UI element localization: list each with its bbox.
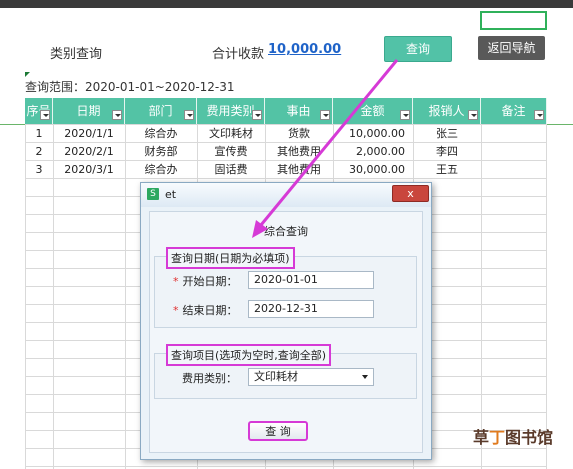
annotation-arrow-icon (252, 59, 399, 238)
watermark-logo: 草丁图书馆 (473, 428, 554, 447)
